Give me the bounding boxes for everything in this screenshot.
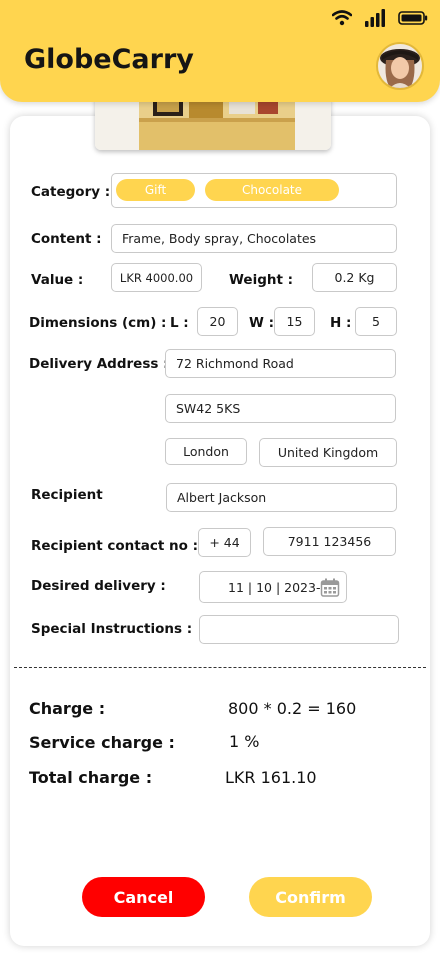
service-charge-value: 1 % — [229, 732, 260, 751]
delivery-date-value: 11 | 10 | 2023- — [228, 580, 321, 595]
value-label: Value : — [31, 272, 84, 288]
section-divider — [14, 667, 426, 668]
postcode-input[interactable]: SW42 5KS — [165, 394, 396, 423]
width-label: W : — [249, 315, 274, 331]
special-instructions-label: Special Instructions : — [31, 621, 193, 637]
wifi-icon — [332, 10, 352, 26]
height-input[interactable]: 5 — [355, 307, 397, 336]
country-code-input[interactable]: + 44 — [198, 528, 251, 557]
recipient-contact-label: Recipient contact no : — [31, 538, 198, 554]
content-input[interactable]: Frame, Body spray, Chocolates — [111, 224, 397, 253]
category-label: Category : — [31, 184, 111, 200]
service-charge-label: Service charge : — [29, 733, 175, 752]
delivery-address-label: Delivery Address : — [29, 356, 169, 372]
category-field[interactable]: Gift Chocolate — [111, 173, 397, 208]
confirm-button[interactable]: Confirm — [249, 877, 372, 917]
desired-delivery-label: Desired delivery : — [31, 578, 166, 594]
recipient-input[interactable]: Albert Jackson — [166, 483, 397, 512]
weight-label: Weight : — [229, 272, 294, 288]
battery-icon — [398, 11, 428, 25]
app-title: GlobeCarry — [24, 44, 194, 75]
value-input[interactable]: LKR 4000.00 — [111, 263, 202, 292]
content-label: Content : — [31, 231, 102, 247]
city-input[interactable]: London — [165, 438, 247, 465]
signal-icon — [365, 9, 385, 27]
status-bar — [332, 8, 428, 28]
total-charge-label: Total charge : — [29, 768, 153, 787]
country-input[interactable]: United Kingdom — [259, 438, 397, 467]
contact-number-input[interactable]: 7911 123456 — [263, 527, 396, 556]
dimensions-label: Dimensions (cm) : — [29, 315, 167, 331]
avatar[interactable] — [376, 42, 424, 90]
charge-label: Charge : — [29, 699, 106, 718]
width-input[interactable]: 15 — [274, 307, 315, 336]
cancel-button[interactable]: Cancel — [82, 877, 205, 917]
app-header: GlobeCarry — [0, 0, 440, 102]
length-label: L : — [170, 315, 189, 331]
total-charge-value: LKR 161.10 — [225, 768, 317, 787]
weight-input[interactable]: 0.2 Kg — [312, 263, 397, 292]
category-tag-chocolate[interactable]: Chocolate — [205, 179, 339, 201]
height-label: H : — [330, 315, 352, 331]
length-input[interactable]: 20 — [197, 307, 238, 336]
charge-value: 800 * 0.2 = 160 — [228, 699, 357, 718]
calendar-icon[interactable] — [320, 578, 340, 598]
category-tag-gift[interactable]: Gift — [116, 179, 195, 201]
address-line1-input[interactable]: 72 Richmond Road — [165, 349, 396, 378]
package-photo — [95, 96, 331, 150]
delivery-date-input[interactable]: 11 | 10 | 2023- — [199, 571, 347, 603]
recipient-label: Recipient — [31, 487, 103, 503]
special-instructions-input[interactable] — [199, 615, 399, 644]
